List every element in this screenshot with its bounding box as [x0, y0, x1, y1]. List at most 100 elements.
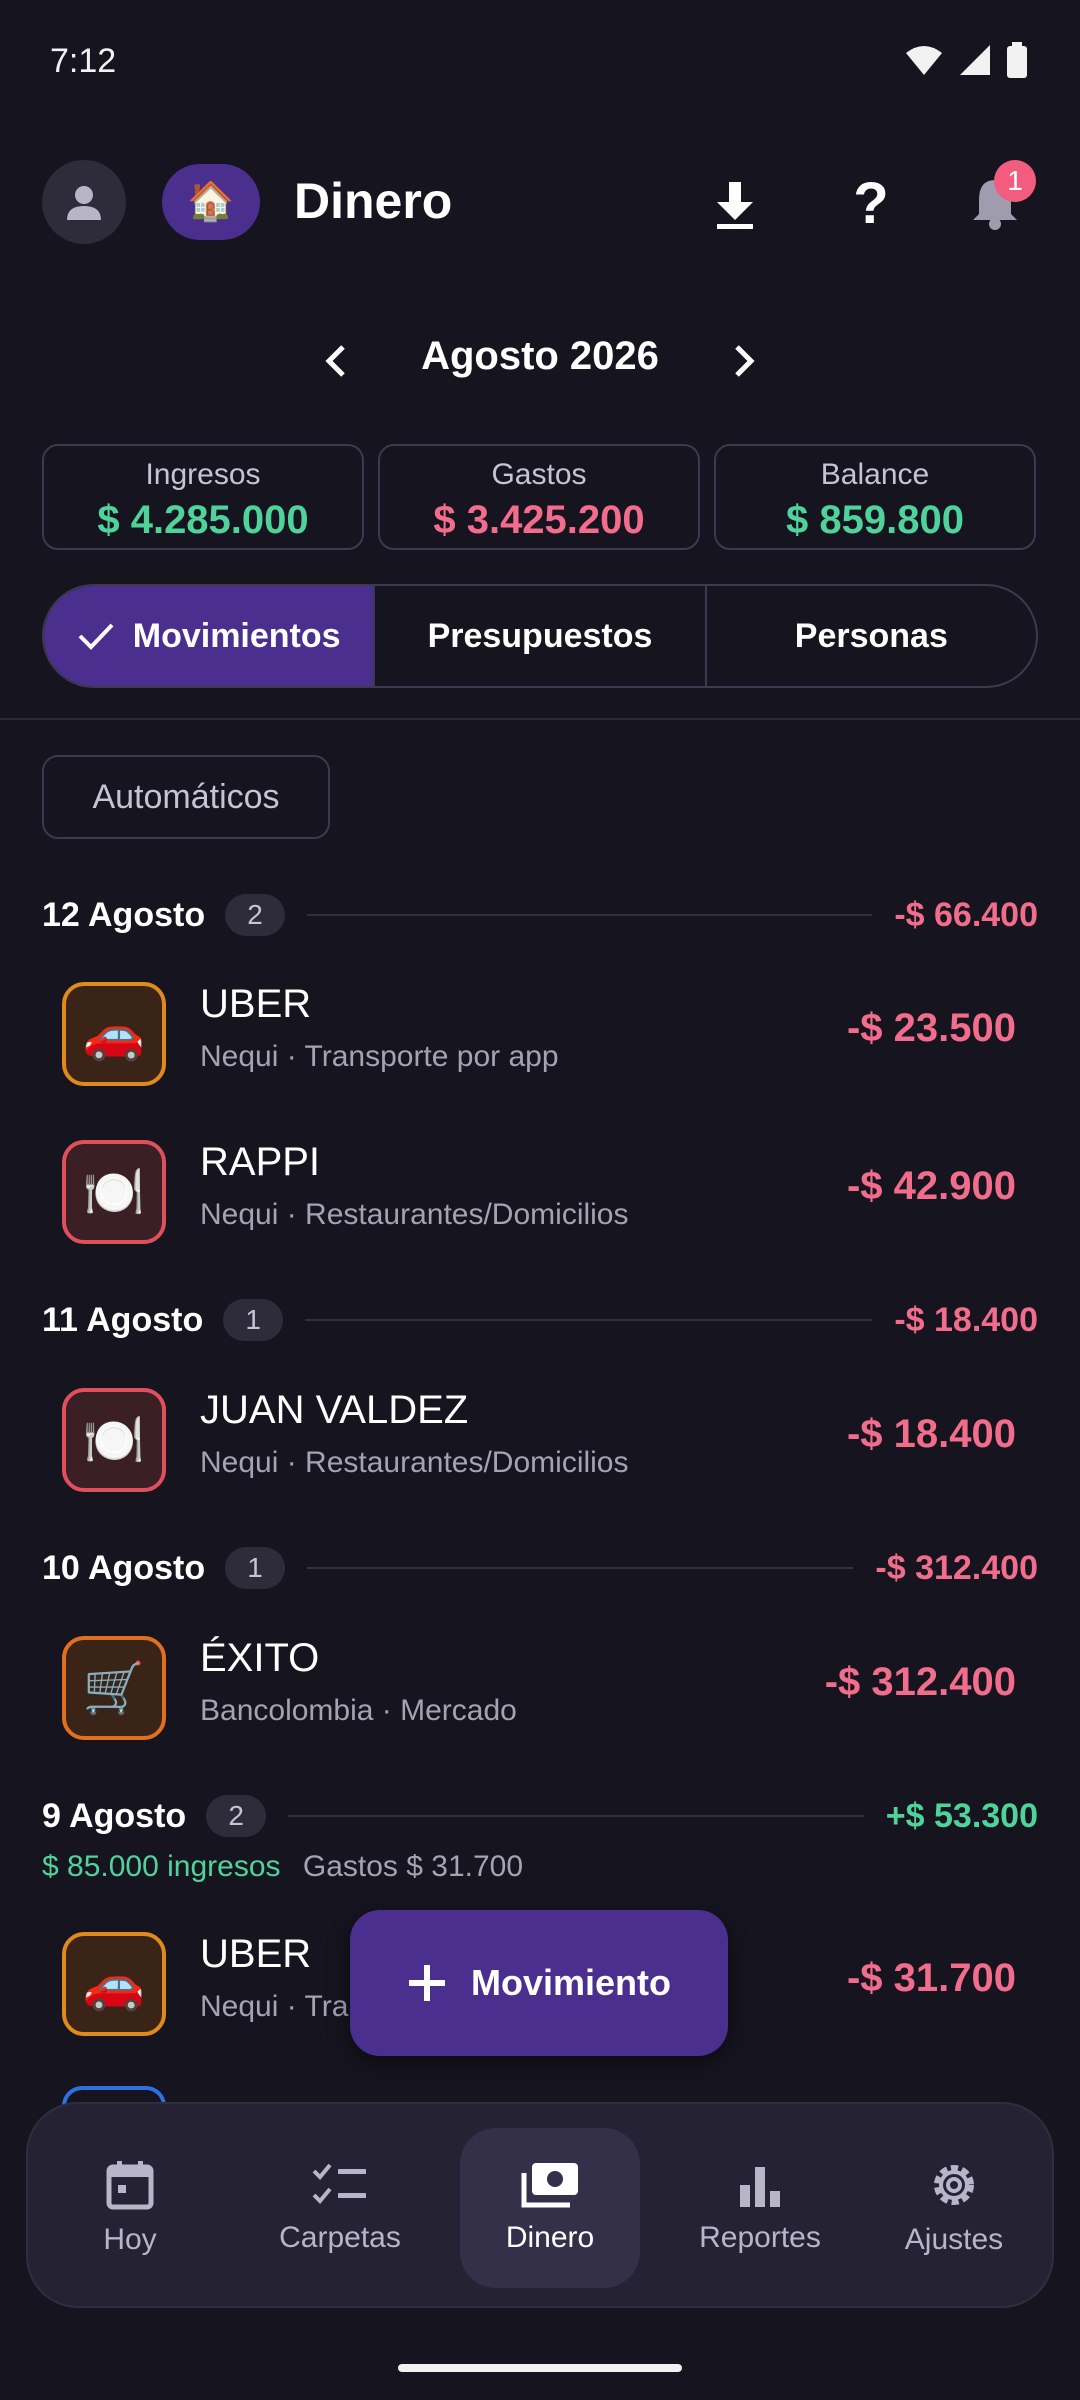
day-divider-line [307, 914, 873, 916]
day-divider-line [288, 1815, 864, 1817]
expense-label: Gastos [491, 458, 587, 491]
nav-label: Carpetas [279, 2221, 401, 2254]
day-date: 12 Agosto [42, 895, 206, 934]
transaction-name: UBER [200, 982, 312, 1026]
day-count-badge: 1 [225, 1547, 286, 1589]
day-count-badge: 1 [223, 1299, 284, 1341]
profile-avatar-button[interactable] [42, 160, 126, 244]
notification-badge: 1 [994, 160, 1036, 202]
day-header: 11 Agosto 1 -$ 18.400 [42, 1295, 1038, 1345]
transaction-amount: -$ 31.700 [846, 1956, 1016, 2000]
day-header: 10 Agosto 1 -$ 312.400 [42, 1543, 1038, 1593]
balance-value: $ 859.800 [786, 498, 964, 542]
signal-icon [960, 45, 990, 75]
shopping-cart-icon: 🛒 [62, 1636, 166, 1740]
day-income-note: $ 85.000 ingresos [42, 1850, 281, 1883]
day-total: -$ 66.400 [894, 895, 1038, 934]
transaction-amount: -$ 23.500 [846, 1006, 1016, 1050]
transaction-name: ÉXITO [200, 1636, 320, 1680]
transaction-detail: Nequi · Restaurantes/Domicilios [200, 1446, 629, 1479]
day-date: 11 Agosto [42, 1300, 204, 1339]
nav-carpetas[interactable]: Carpetas [250, 2128, 430, 2288]
bottom-navigation: Hoy Carpetas Dinero Reportes Ajustes [26, 2102, 1054, 2308]
tab-label: Presupuestos [427, 616, 653, 655]
day-breakdown: $ 85.000 ingresos Gastos $ 31.700 [42, 1850, 523, 1884]
tab-presupuestos[interactable]: Presupuestos [373, 586, 704, 686]
chevron-right-icon [735, 345, 755, 377]
download-icon [717, 182, 753, 229]
car-icon: 🚗 [62, 982, 166, 1086]
tab-label: Personas [794, 616, 948, 655]
battery-icon [1007, 42, 1027, 78]
day-date: 10 Agosto [42, 1548, 206, 1587]
transaction-name: JUAN VALDEZ [200, 1388, 469, 1432]
household-selector-button[interactable]: 🏠 [162, 164, 260, 240]
bar-chart-icon [740, 2167, 780, 2207]
transaction-detail: Bancolombia · Mercado [200, 1694, 517, 1727]
day-count-badge: 2 [225, 894, 286, 936]
day-total: +$ 53.300 [885, 1796, 1038, 1835]
income-summary-card: Ingresos $ 4.285.000 [42, 444, 364, 550]
day-total: -$ 312.400 [875, 1548, 1038, 1587]
download-button[interactable] [700, 170, 770, 240]
calendar-icon [106, 2161, 154, 2210]
section-tabs: Movimientos Presupuestos Personas [42, 584, 1038, 688]
next-month-button[interactable] [720, 336, 770, 386]
previous-month-button[interactable] [310, 336, 360, 386]
day-header: 9 Agosto 2 +$ 53.300 [42, 1791, 1038, 1841]
tab-personas[interactable]: Personas [704, 586, 1036, 686]
check-icon [78, 623, 114, 650]
nav-hoy[interactable]: Hoy [40, 2128, 220, 2288]
balance-label: Balance [820, 458, 930, 491]
checklist-icon [312, 2163, 366, 2204]
balance-summary-card: Balance $ 859.800 [714, 444, 1036, 550]
transaction-name: UBER [200, 1932, 312, 1976]
add-movement-button[interactable]: Movimiento [350, 1910, 728, 2056]
transaction-detail: Nequi · Restaurantes/Domicilios [200, 1198, 629, 1231]
nav-reportes[interactable]: Reportes [670, 2128, 850, 2288]
day-date: 9 Agosto [42, 1796, 187, 1835]
chevron-left-icon [325, 345, 345, 377]
status-time: 7:12 [50, 42, 117, 80]
transaction-detail: Nequi · Transporte por app [200, 1040, 559, 1073]
dining-icon: 🍽️ [62, 1388, 166, 1492]
day-count-badge: 2 [206, 1795, 267, 1837]
transaction-name: RAPPI [200, 1140, 321, 1184]
expense-value: $ 3.425.200 [433, 498, 645, 542]
nav-label: Hoy [103, 2223, 157, 2256]
transaction-row[interactable]: 🍽️ JUAN VALDEZ Nequi · Restaurantes/Domi… [42, 1366, 1038, 1496]
transaction-row[interactable]: 🛒 ÉXITO Bancolombia · Mercado -$ 312.400 [42, 1614, 1038, 1744]
home-icon: 🏠 [187, 181, 235, 223]
day-expense-note: Gastos $ 31.700 [302, 1850, 524, 1883]
transaction-amount: -$ 18.400 [846, 1412, 1016, 1456]
month-label: Agosto 2026 [421, 334, 659, 378]
transaction-row[interactable]: 🚗 UBER Nequi · Transporte por app -$ 23.… [42, 960, 1038, 1090]
expense-summary-card: Gastos $ 3.425.200 [378, 444, 700, 550]
tab-movimientos[interactable]: Movimientos [44, 586, 374, 686]
transaction-amount: -$ 42.900 [846, 1164, 1016, 1208]
automaticos-filter-chip[interactable]: Automáticos [42, 755, 330, 839]
nav-label: Dinero [505, 2221, 595, 2254]
help-button[interactable]: ? [836, 166, 906, 240]
day-divider-line [307, 1567, 854, 1569]
gear-icon [934, 2165, 974, 2205]
day-total: -$ 18.400 [894, 1300, 1038, 1339]
day-divider-line [305, 1319, 873, 1321]
income-value: $ 4.285.000 [97, 498, 309, 542]
page-title: Dinero [294, 173, 453, 229]
person-icon [67, 186, 101, 220]
gesture-navigation-bar[interactable] [398, 2364, 682, 2372]
money-icon [521, 2163, 578, 2208]
divider [0, 718, 1080, 720]
nav-dinero[interactable]: Dinero [460, 2128, 640, 2288]
fab-label: Movimiento [470, 1962, 671, 2003]
tab-label: Movimientos [132, 616, 341, 655]
transaction-row[interactable]: 🍽️ RAPPI Nequi · Restaurantes/Domicilios… [42, 1118, 1038, 1248]
income-label: Ingresos [145, 458, 261, 491]
nav-ajustes[interactable]: Ajustes [864, 2128, 1044, 2288]
nav-label: Reportes [699, 2221, 821, 2254]
transaction-detail: Nequi · Tra [200, 1990, 349, 2023]
help-icon: ? [853, 170, 889, 236]
transaction-amount: -$ 312.400 [824, 1660, 1016, 1704]
day-header: 12 Agosto 2 -$ 66.400 [42, 890, 1038, 940]
